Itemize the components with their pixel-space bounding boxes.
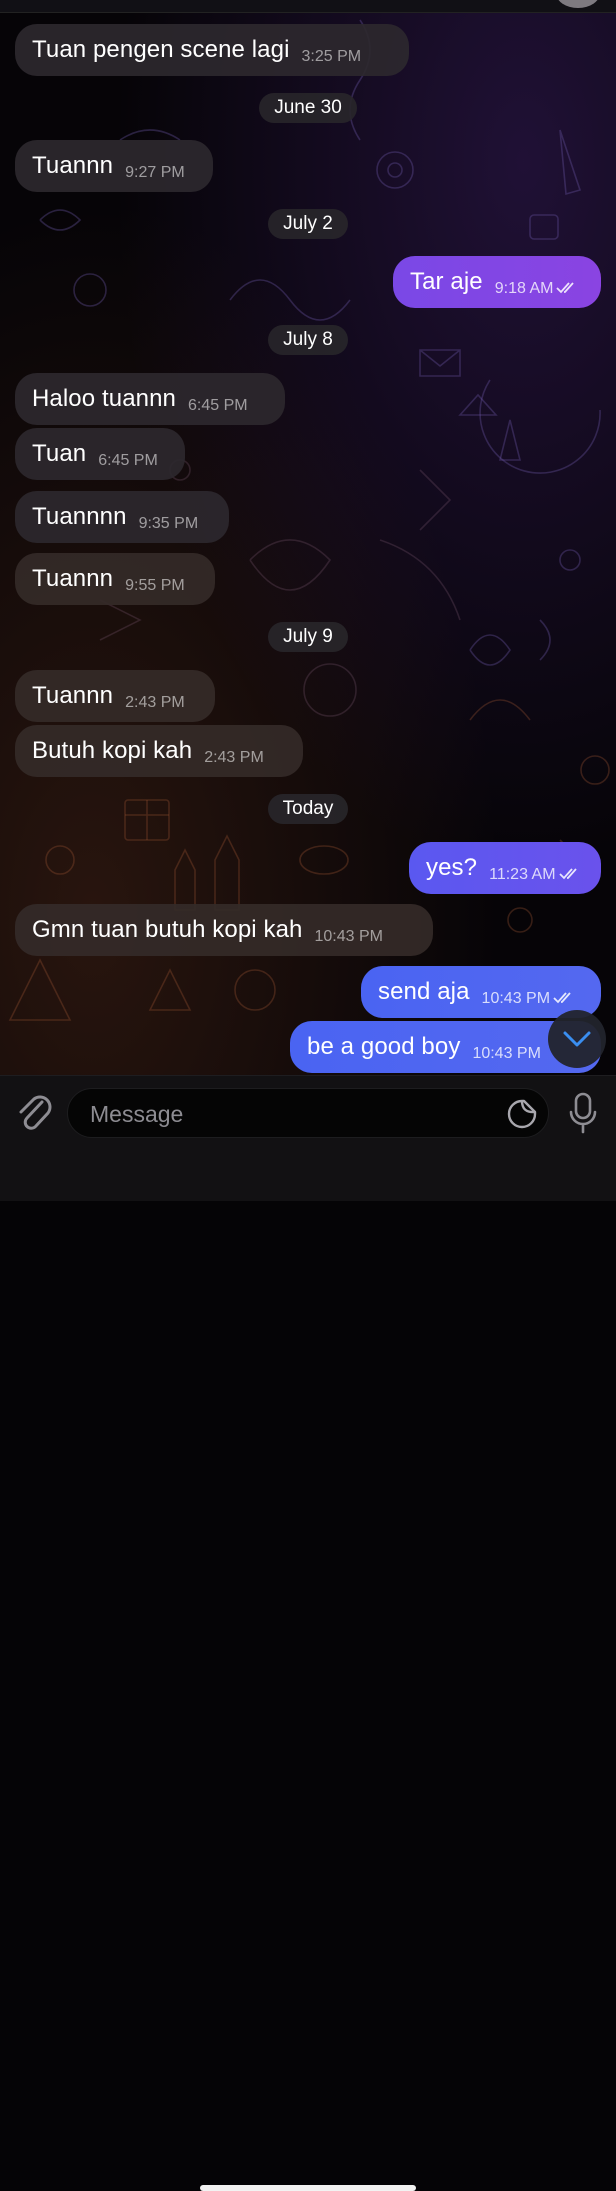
paperclip-icon	[19, 1095, 52, 1130]
message-text: Tuannnn	[32, 503, 127, 530]
composer-bar	[0, 1075, 616, 2191]
message-text: Tuan	[32, 440, 87, 467]
message-list[interactable]: Tuan pengen scene lagi 3:25 PM June 30 T…	[0, 0, 616, 1075]
read-checkmarks-icon	[556, 282, 575, 294]
message-time: 2:43 PM	[125, 694, 185, 711]
message-outgoing[interactable]: Tar aje 9:18 AM	[393, 256, 601, 308]
message-incoming[interactable]: Tuannn 9:27 PM	[15, 140, 213, 192]
message-text: Tar aje	[410, 268, 483, 295]
message-time: 2:43 PM	[204, 749, 264, 766]
message-outgoing[interactable]: yes? 11:23 AM	[409, 842, 601, 894]
message-text: Haloo tuannn	[32, 385, 176, 412]
message-text: Tuannn	[32, 565, 114, 592]
read-checkmarks-icon	[558, 868, 577, 880]
message-outgoing[interactable]: send aja 10:43 PM	[361, 966, 601, 1018]
message-text: Tuannn	[32, 152, 114, 179]
message-time: 10:43 PM	[314, 928, 383, 945]
message-time: 3:25 PM	[301, 48, 362, 65]
home-indicator	[200, 2185, 416, 2191]
message-time: 6:45 PM	[98, 452, 158, 469]
message-text: Tuan pengen scene lagi	[32, 36, 290, 63]
message-text: Butuh kopi kah	[32, 737, 193, 764]
read-checkmarks-icon	[553, 992, 571, 1004]
message-time: 9:18 AM	[494, 280, 554, 297]
message-incoming[interactable]: Tuan pengen scene lagi 3:25 PM	[15, 24, 409, 76]
message-incoming[interactable]: Gmn tuan butuh kopi kah 10:43 PM	[15, 904, 433, 956]
attach-button[interactable]	[14, 1090, 54, 1134]
microphone-button[interactable]	[568, 1090, 598, 1136]
message-time: 10:43 PM	[481, 990, 551, 1007]
message-time: 9:55 PM	[125, 577, 185, 594]
sticker-icon	[507, 1099, 537, 1129]
date-separator: July 8	[268, 325, 348, 355]
message-incoming[interactable]: Butuh kopi kah 2:43 PM	[15, 725, 303, 777]
message-input-field[interactable]	[67, 1088, 549, 1139]
date-separator: July 2	[268, 209, 348, 239]
message-incoming[interactable]: Tuannn 2:43 PM	[15, 670, 215, 722]
message-text: yes?	[426, 854, 478, 881]
message-text: send aja	[378, 978, 470, 1005]
message-time: 9:35 PM	[138, 515, 199, 532]
message-incoming[interactable]: Haloo tuannn 6:45 PM	[15, 373, 285, 425]
message-time: 6:45 PM	[187, 397, 248, 414]
microphone-icon	[569, 1092, 597, 1134]
message-text: Tuannn	[32, 682, 114, 709]
message-incoming[interactable]: Tuannn 9:55 PM	[15, 553, 215, 605]
message-time: 9:27 PM	[125, 164, 185, 181]
message-time: 11:23 AM	[489, 866, 556, 883]
message-text: be a good boy	[307, 1033, 461, 1060]
message-input[interactable]	[88, 1089, 492, 1139]
message-incoming[interactable]: Tuan 6:45 PM	[15, 428, 185, 480]
sticker-button[interactable]	[506, 1098, 538, 1130]
message-time: 10:43 PM	[472, 1045, 541, 1062]
scroll-to-bottom-button[interactable]	[548, 1010, 606, 1068]
message-incoming[interactable]: Tuannnn 9:35 PM	[15, 491, 229, 543]
date-separator: June 30	[259, 93, 357, 123]
chevron-down-icon	[563, 1031, 591, 1047]
date-separator: July 9	[268, 622, 348, 652]
message-text: Gmn tuan butuh kopi kah	[32, 916, 303, 943]
date-separator: Today	[268, 794, 348, 824]
